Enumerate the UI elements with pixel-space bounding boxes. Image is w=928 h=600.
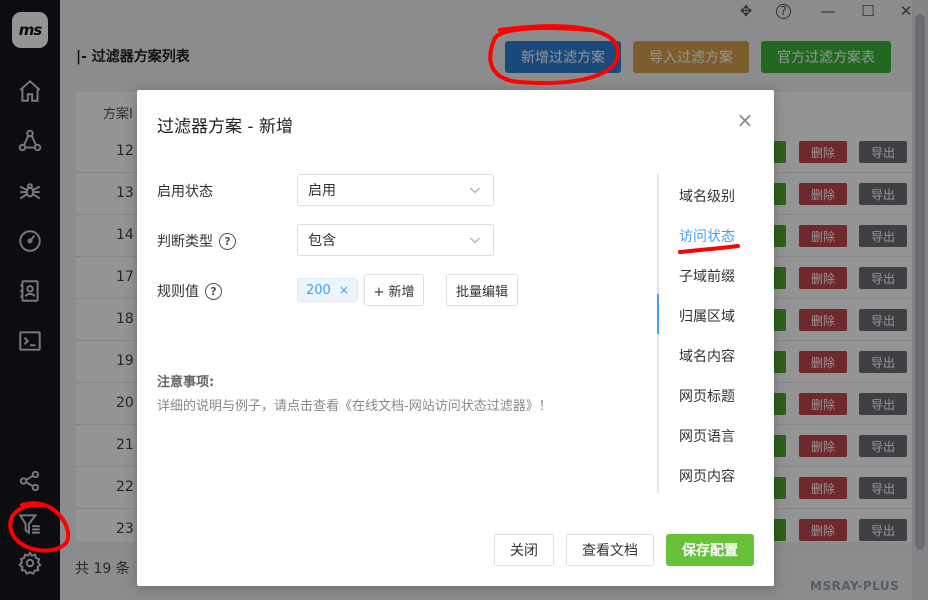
tab-domain-content[interactable]: 域名内容	[679, 346, 735, 366]
rule-help-icon[interactable]: ?	[205, 282, 222, 300]
rule-value-tag: 200 ×	[297, 278, 358, 302]
dialog-title: 过滤器方案 - 新增	[157, 117, 293, 137]
tab-page-title[interactable]: 网页标题	[679, 386, 735, 406]
rule-label-text: 规则值	[157, 284, 199, 300]
rule-value-text: 200	[306, 282, 331, 298]
tab-domain-level[interactable]: 域名级别	[679, 186, 735, 206]
notes-body: 详细的说明与例子，请点击查看《在线文档-网站访问状态过滤器》！	[157, 399, 552, 414]
tab-region[interactable]: 归属区域	[679, 306, 735, 326]
filter-scheme-dialog: 过滤器方案 - 新增 × 启用状态 启用 判断类型 ? 包含 规则值 ? 200…	[137, 90, 774, 586]
type-label: 判断类型 ?	[157, 231, 236, 251]
active-tab-indicator	[657, 294, 659, 334]
status-label-text: 启用状态	[157, 184, 213, 200]
close-button[interactable]: 关闭	[494, 534, 554, 566]
tab-subdomain-prefix[interactable]: 子域前缀	[679, 266, 735, 286]
dialog-close-icon[interactable]: ×	[735, 110, 755, 130]
notes-title: 注意事项:	[157, 375, 215, 390]
filter-type-tabs: 域名级别 访问状态 子域前缀 归属区域 域名内容 网页标题 网页语言 网页内容	[657, 174, 757, 494]
rule-label: 规则值 ?	[157, 281, 222, 301]
chevron-down-icon	[470, 187, 480, 194]
tab-access-status[interactable]: 访问状态	[679, 226, 735, 246]
chevron-down-icon	[470, 237, 480, 244]
tag-remove-icon[interactable]: ×	[339, 283, 349, 297]
type-select-value: 包含	[308, 233, 336, 249]
type-help-icon[interactable]: ?	[219, 232, 236, 250]
batch-edit-button[interactable]: 批量编辑	[446, 274, 518, 306]
status-select-value: 启用	[308, 183, 336, 199]
save-config-button[interactable]: 保存配置	[666, 534, 754, 566]
tab-page-language[interactable]: 网页语言	[679, 426, 735, 446]
type-select[interactable]: 包含	[297, 224, 494, 256]
status-label: 启用状态	[157, 181, 213, 201]
type-label-text: 判断类型	[157, 234, 213, 250]
status-select[interactable]: 启用	[297, 174, 494, 206]
view-docs-button[interactable]: 查看文档	[566, 534, 654, 566]
tab-page-content[interactable]: 网页内容	[679, 466, 735, 486]
add-rule-button[interactable]: + 新增	[364, 274, 424, 306]
